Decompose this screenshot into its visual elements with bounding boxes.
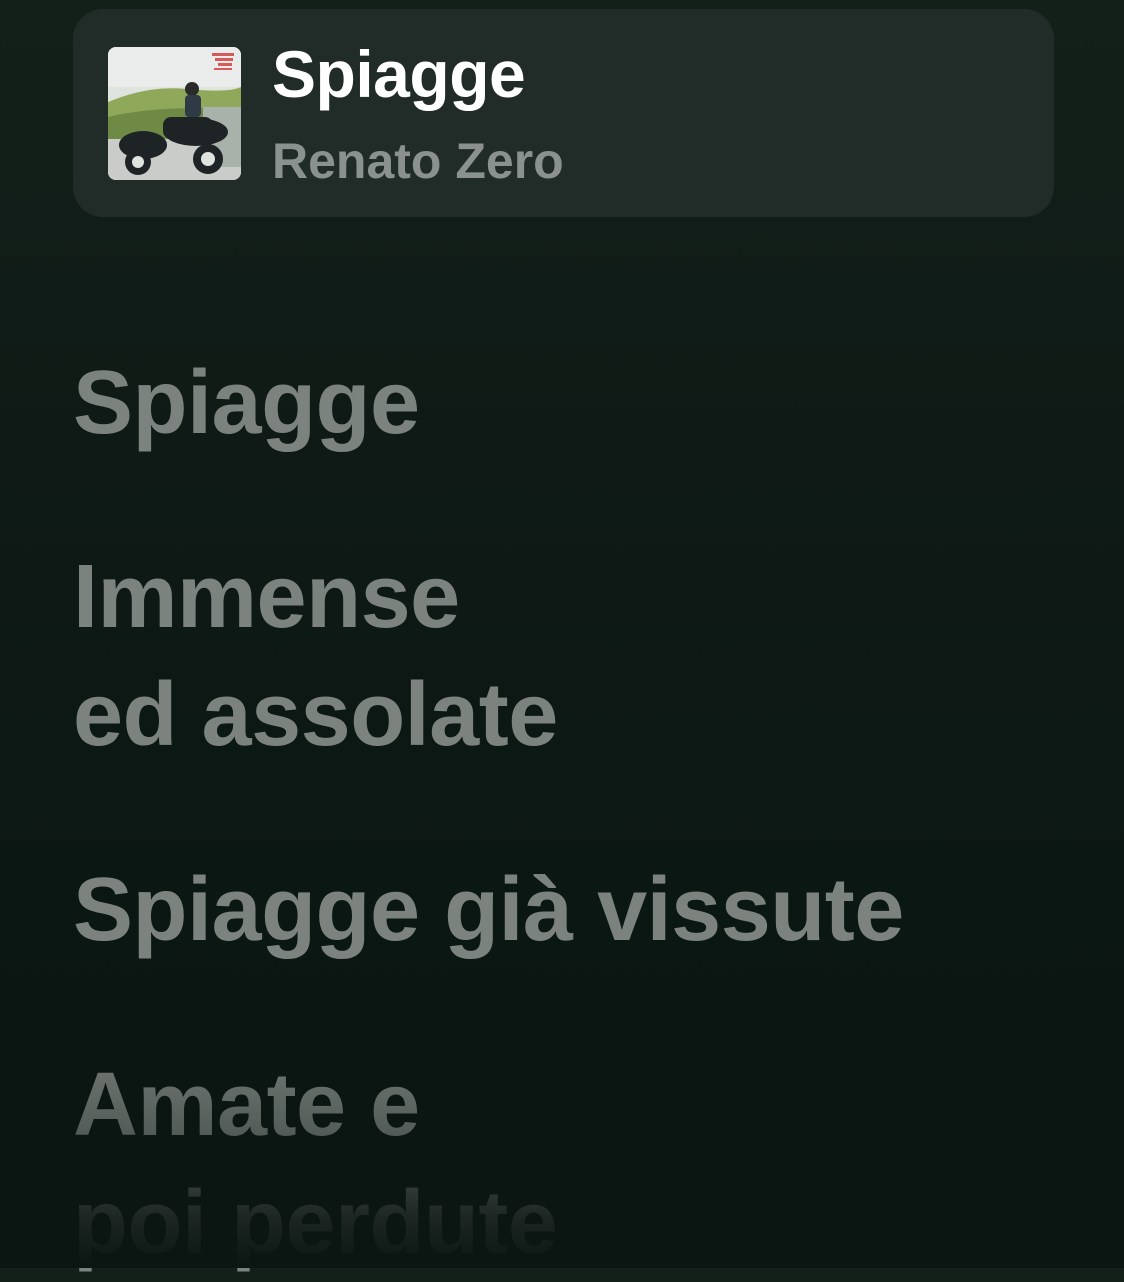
album-artwork[interactable] <box>108 47 241 180</box>
now-playing-card[interactable]: Spiagge Renato Zero <box>73 9 1054 217</box>
lyric-line[interactable]: poi perdute <box>73 1164 558 1282</box>
lyric-line[interactable]: Amate e <box>73 1046 420 1164</box>
lyric-line[interactable]: ed assolate <box>73 656 558 774</box>
lyric-line[interactable]: Immense <box>73 538 460 656</box>
track-artist[interactable]: Renato Zero <box>272 136 564 186</box>
lyric-line[interactable]: Spiagge già vissute <box>73 851 904 969</box>
track-title: Spiagge <box>272 37 526 111</box>
lyric-line[interactable]: Spiagge <box>73 344 420 462</box>
